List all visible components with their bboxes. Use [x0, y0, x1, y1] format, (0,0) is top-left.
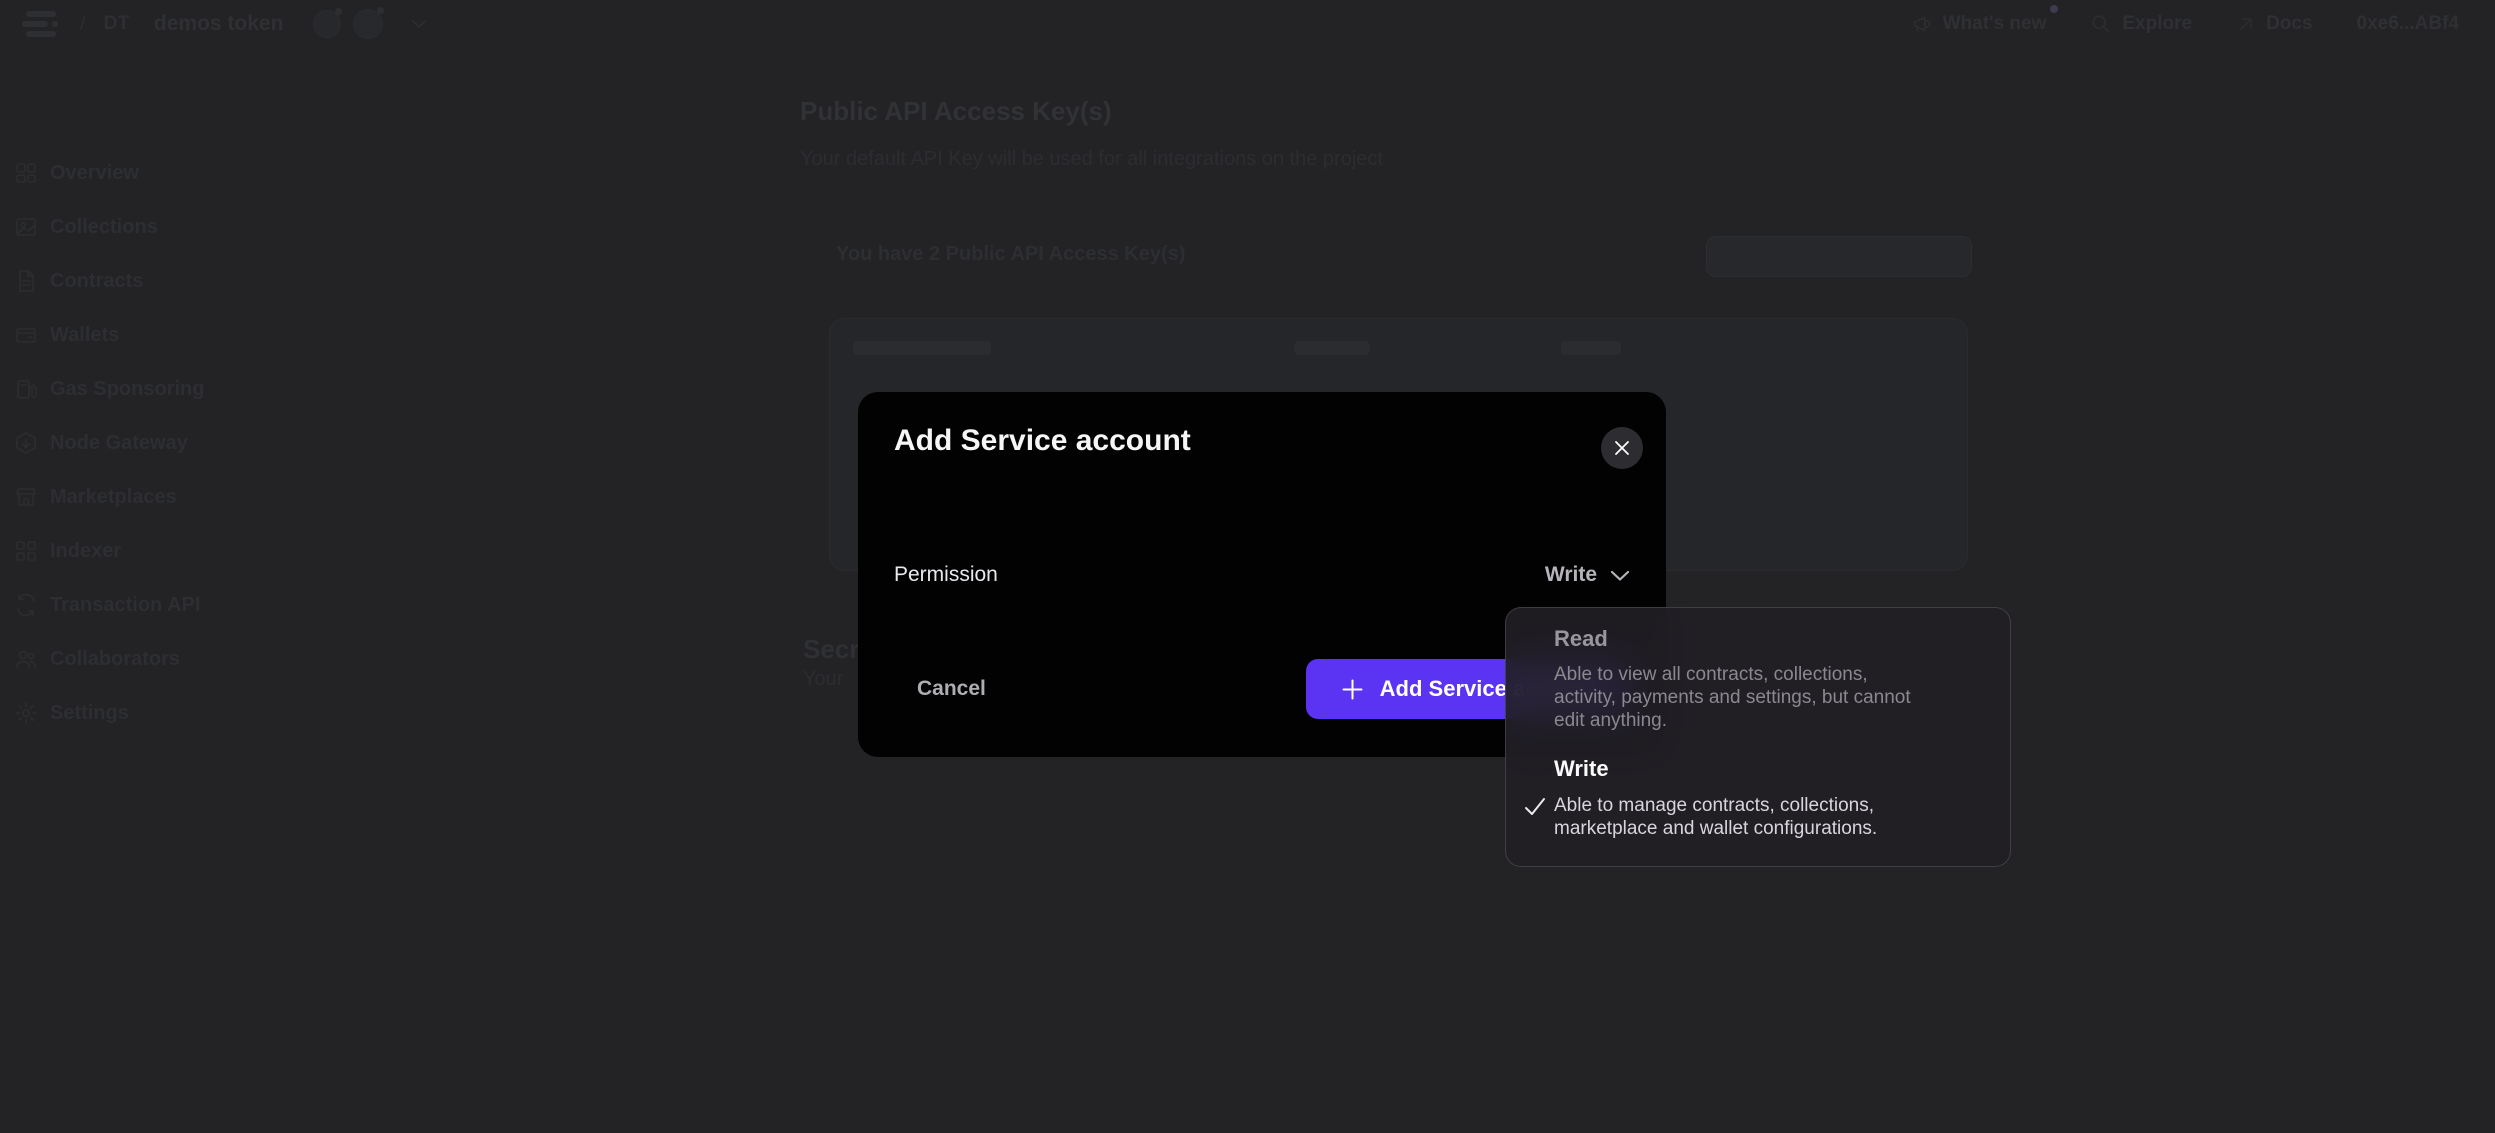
- collections-icon: [14, 215, 38, 239]
- permission-dropdown-menu: Read Able to view all contracts, collect…: [1505, 607, 2011, 867]
- permission-dropdown-trigger[interactable]: Write: [1500, 558, 1630, 592]
- sequence-logo-icon[interactable]: [22, 11, 62, 37]
- explore-button[interactable]: Explore: [2090, 13, 2192, 35]
- sidebar-item-gas-sponsoring[interactable]: Gas Sponsoring: [14, 369, 204, 409]
- breadcrumb-separator: /: [80, 13, 86, 36]
- modal-title: Add Service account: [894, 424, 1191, 458]
- wallet-address-button[interactable]: 0xe6...ABf4: [2357, 13, 2459, 35]
- close-button[interactable]: [1601, 427, 1643, 469]
- permission-value: Write: [1545, 563, 1597, 587]
- overview-icon: [14, 161, 38, 185]
- notification-dot: [2050, 5, 2058, 13]
- sidebar-item-marketplaces[interactable]: Marketplaces: [14, 477, 177, 517]
- transaction-api-icon: [14, 593, 38, 617]
- table-row-placeholder: [853, 341, 991, 355]
- top-bar: / DT demos token What's new Explore: [0, 0, 2495, 48]
- api-keys-summary: You have 2 Public API Access Key(s): [836, 243, 1185, 266]
- option-name: Read: [1554, 626, 1608, 652]
- option-description: Able to view all contracts, collections,…: [1554, 663, 1926, 732]
- network-avatar-1[interactable]: [313, 10, 341, 38]
- node-gateway-icon: [14, 431, 38, 455]
- secret-keys-subtitle: Your: [803, 668, 843, 691]
- close-icon: [1613, 439, 1631, 457]
- docs-link[interactable]: Docs: [2236, 13, 2312, 35]
- collaborators-icon: [14, 647, 38, 671]
- sidebar-item-transaction-api[interactable]: Transaction API: [14, 585, 200, 625]
- app-screen: / DT demos token What's new Explore: [0, 0, 2495, 1133]
- search-icon: [2090, 13, 2112, 35]
- chevron-down-icon[interactable]: [411, 19, 427, 29]
- option-name: Write: [1554, 756, 1609, 782]
- contracts-icon: [14, 269, 38, 293]
- sidebar-item-settings[interactable]: Settings: [14, 693, 129, 733]
- external-link-icon: [2236, 14, 2256, 34]
- sidebar-item-contracts[interactable]: Contracts: [14, 261, 143, 301]
- sidebar-item-collections[interactable]: Collections: [14, 207, 158, 247]
- sidebar-item-node-gateway[interactable]: Node Gateway: [14, 423, 188, 463]
- megaphone-icon: [1911, 13, 1933, 35]
- network-avatar-2[interactable]: [353, 9, 383, 39]
- project-name[interactable]: demos token: [154, 12, 284, 36]
- check-icon: [1523, 796, 1547, 818]
- sidebar-item-collaborators[interactable]: Collaborators: [14, 639, 180, 679]
- chevron-down-icon: [1610, 570, 1630, 581]
- gas-sponsoring-icon: [14, 377, 38, 401]
- permission-label: Permission: [894, 563, 998, 587]
- sidebar-item-indexer[interactable]: Indexer: [14, 531, 121, 571]
- page-subtitle: Your default API Key will be used for al…: [800, 148, 1383, 171]
- option-description: Able to manage contracts, collections, m…: [1554, 794, 1926, 840]
- table-row-placeholder: [1561, 341, 1621, 355]
- top-bar-left: / DT demos token: [22, 0, 427, 48]
- settings-icon: [14, 701, 38, 725]
- top-bar-right: What's new Explore Docs 0xe6...ABf4: [1911, 0, 2459, 48]
- page-action-button[interactable]: [1706, 236, 1972, 277]
- sidebar-item-overview[interactable]: Overview: [14, 153, 139, 193]
- plus-icon: [1339, 676, 1366, 703]
- page-title: Public API Access Key(s): [800, 96, 1112, 127]
- marketplaces-icon: [14, 485, 38, 509]
- wallets-icon: [14, 323, 38, 347]
- org-badge[interactable]: DT: [104, 13, 130, 35]
- whats-new-button[interactable]: What's new: [1911, 13, 2047, 35]
- indexer-icon: [14, 539, 38, 563]
- network-avatars: [313, 9, 383, 39]
- table-row-placeholder: [1294, 341, 1370, 355]
- sidebar-item-wallets[interactable]: Wallets: [14, 315, 119, 355]
- cancel-button[interactable]: Cancel: [917, 677, 986, 701]
